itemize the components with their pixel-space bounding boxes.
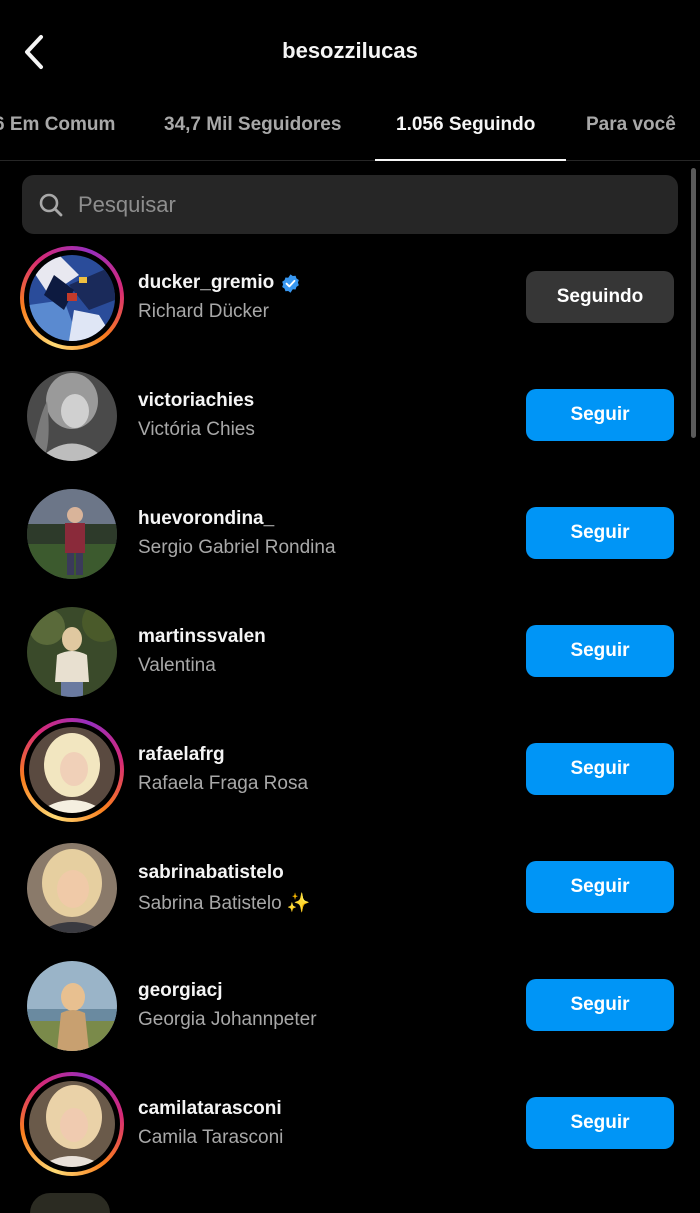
avatar-container[interactable] (20, 482, 124, 586)
full-name: Richard Dücker (138, 301, 269, 322)
follow-button[interactable]: Seguir (526, 743, 674, 795)
following-button[interactable]: Seguindo (526, 271, 674, 323)
username[interactable]: georgiacj (138, 980, 222, 1002)
avatar (27, 961, 117, 1051)
list-item[interactable]: martinssvalen Valentina Seguir (0, 594, 700, 712)
tab-seguindo[interactable]: 1.056 Seguindo (396, 114, 535, 136)
avatar (27, 371, 117, 461)
verified-badge-icon (282, 273, 300, 293)
page-title: besozzilucas (282, 38, 418, 63)
avatar (29, 1081, 115, 1167)
avatar (29, 727, 115, 813)
follow-button[interactable]: Seguir (526, 625, 674, 677)
avatar (29, 255, 115, 341)
avatar (27, 489, 117, 579)
username[interactable]: ducker_gremio (138, 272, 274, 294)
follow-button[interactable]: Seguir (526, 861, 674, 913)
follow-button[interactable]: Seguir (526, 979, 674, 1031)
header: besozzilucas (0, 0, 700, 100)
avatar (27, 843, 117, 933)
avatar-container[interactable] (20, 364, 124, 468)
full-name: Sabrina Batistelo ✨ (138, 893, 311, 914)
follow-button[interactable]: Seguir (526, 389, 674, 441)
follow-button[interactable]: Seguir (526, 1097, 674, 1149)
avatar (30, 1193, 110, 1213)
full-name: Georgia Johannpeter (138, 1009, 317, 1030)
tab-para-voce[interactable]: Para você (586, 114, 676, 136)
full-name: Victória Chies (138, 419, 255, 440)
tab-bar: 6 Em Comum 34,7 Mil Seguidores 1.056 Seg… (0, 100, 700, 161)
full-name: Rafaela Fraga Rosa (138, 773, 309, 794)
tab-seguidores[interactable]: 34,7 Mil Seguidores (164, 114, 341, 136)
search-bar[interactable] (22, 175, 678, 234)
full-name: Sergio Gabriel Rondina (138, 537, 336, 558)
search-input[interactable] (76, 190, 640, 219)
avatar (27, 607, 117, 697)
list-item[interactable]: rafaelafrg Rafaela Fraga Rosa Seguir (0, 712, 700, 830)
story-ring[interactable] (20, 246, 124, 350)
list-item[interactable]: victoriachies Victória Chies Seguir (0, 358, 700, 476)
list-item[interactable]: sabrinabatistelo Sabrina Batistelo ✨ Seg… (0, 830, 700, 948)
username[interactable]: victoriachies (138, 390, 254, 412)
avatar-container[interactable] (20, 836, 124, 940)
username[interactable]: huevorondina_ (138, 508, 274, 530)
list-item[interactable]: camilatarasconi Camila Tarasconi Seguir (0, 1066, 700, 1184)
avatar-container[interactable] (20, 954, 124, 1058)
list-item[interactable]: ducker_gremio Richard Dücker Seguindo (0, 240, 700, 358)
username[interactable]: camilatarasconi (138, 1098, 282, 1120)
story-ring[interactable] (20, 1072, 124, 1176)
story-ring[interactable] (20, 718, 124, 822)
username[interactable]: sabrinabatistelo (138, 862, 284, 884)
tab-em-comum[interactable]: 6 Em Comum (0, 114, 115, 136)
follow-button[interactable]: Seguir (526, 507, 674, 559)
full-name: Camila Tarasconi (138, 1127, 284, 1148)
username[interactable]: martinssvalen (138, 626, 266, 648)
list-item[interactable]: georgiacj Georgia Johannpeter Seguir (0, 948, 700, 1066)
full-name: Valentina (138, 655, 216, 676)
username[interactable]: rafaelafrg (138, 744, 225, 766)
list-item[interactable]: huevorondina_ Sergio Gabriel Rondina Seg… (0, 476, 700, 594)
active-tab-indicator (375, 159, 566, 161)
search-icon (39, 193, 63, 216)
avatar-container[interactable] (20, 600, 124, 704)
